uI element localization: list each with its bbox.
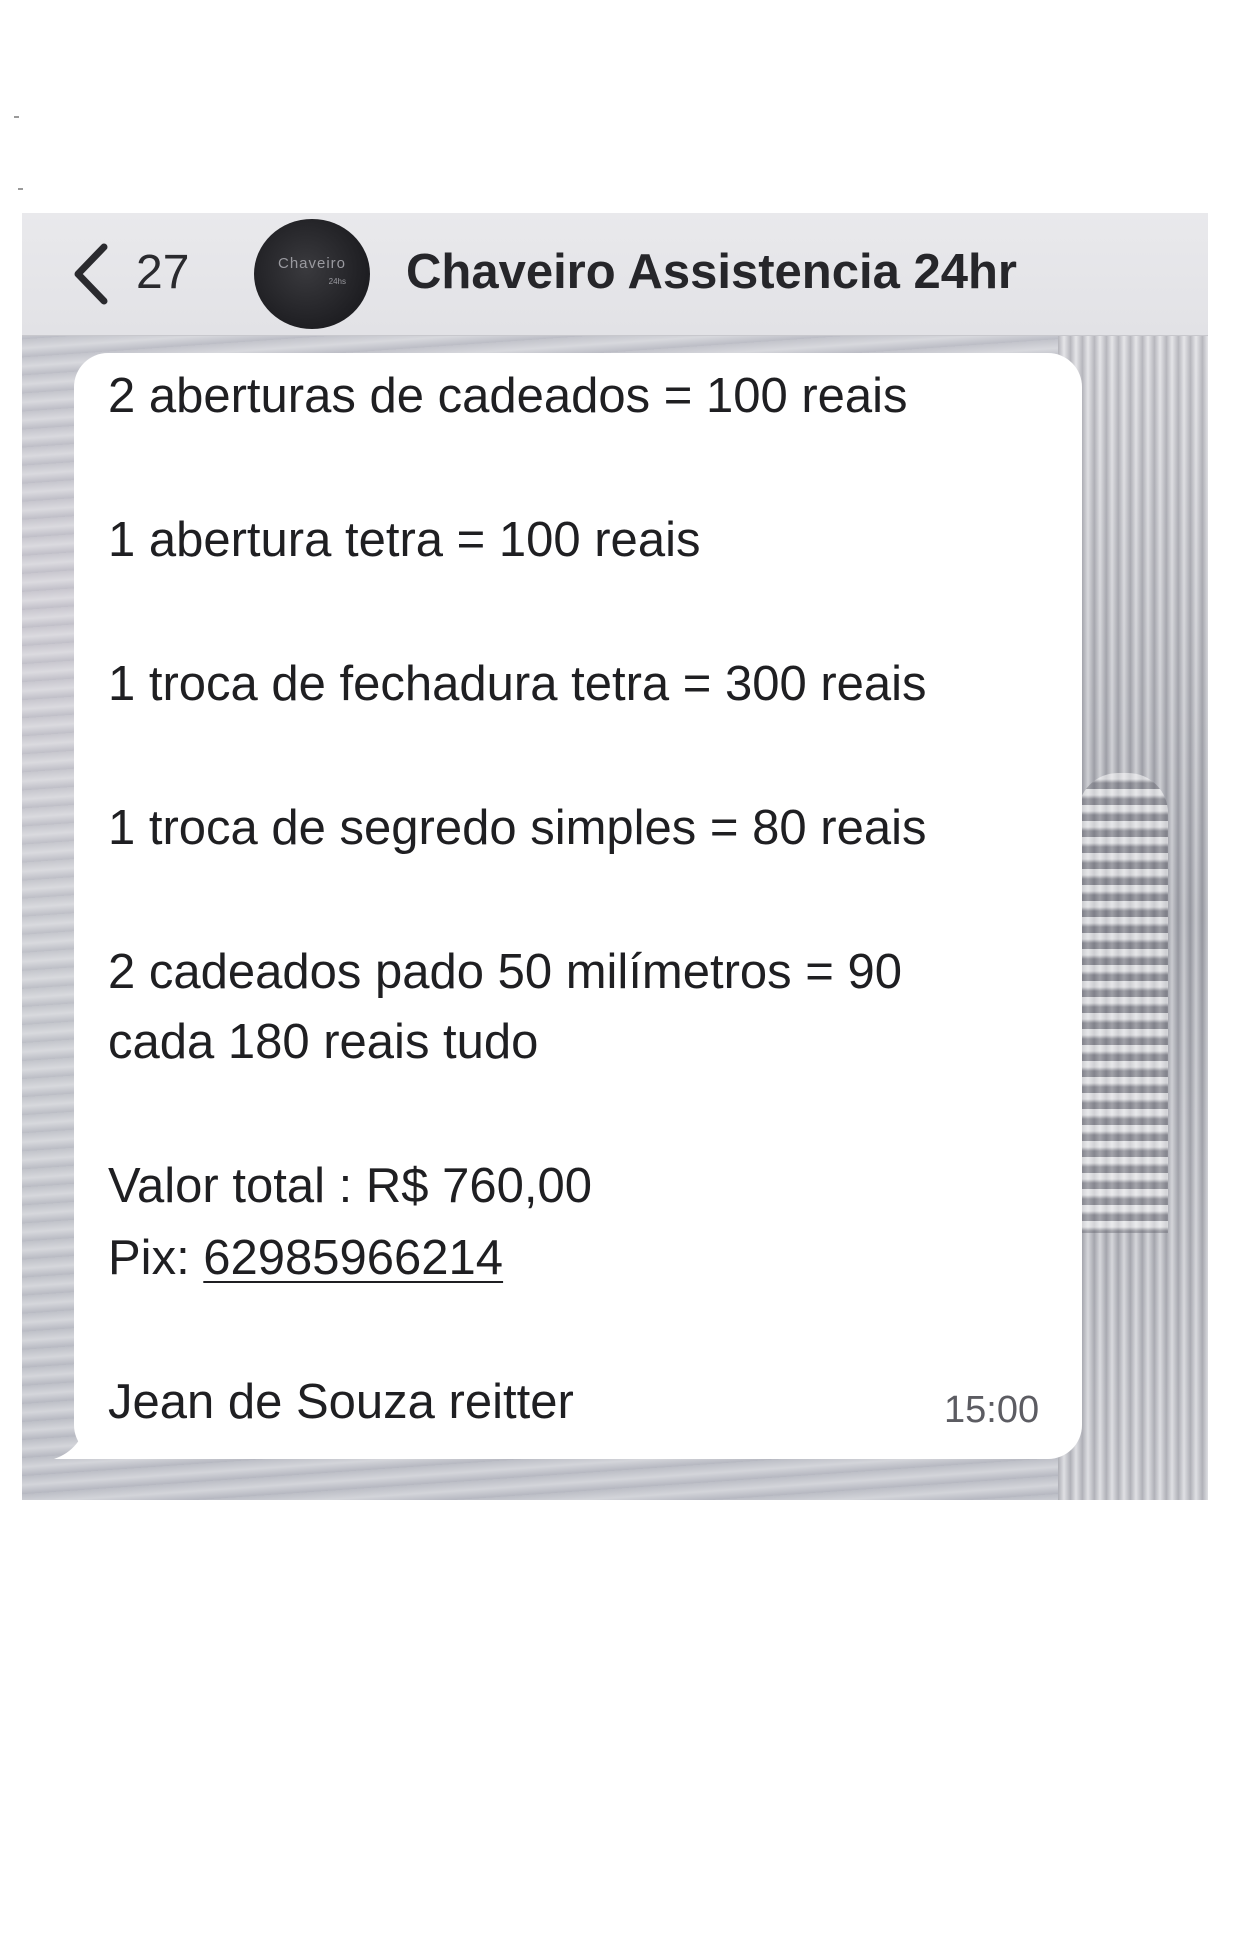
message-line: 1 troca de segredo simples = 80 reais <box>108 801 927 855</box>
avatar[interactable]: Chaveiro 24hs <box>254 219 370 329</box>
total-value: Valor total : R$ 760,00 <box>108 1159 592 1213</box>
contact-name[interactable]: Chaveiro Assistencia 24hr <box>406 241 1017 303</box>
avatar-logo-subtext: 24hs <box>328 277 346 286</box>
scan-mark <box>18 188 23 190</box>
back-unread-count[interactable]: 27 <box>136 243 189 303</box>
avatar-logo-text: Chaveiro <box>277 255 347 272</box>
wallpaper-tower <box>1078 773 1168 1233</box>
chat-header: 27 Chaveiro 24hs Chaveiro Assistencia 24… <box>22 213 1208 336</box>
message-timestamp: 15:00 <box>944 1389 1040 1431</box>
message-line: cada 180 reais tudo <box>108 1015 539 1069</box>
message-line: 2 aberturas de cadeados = 100 reais <box>108 369 908 423</box>
chat-screenshot: 27 Chaveiro 24hs Chaveiro Assistencia 24… <box>22 213 1208 1500</box>
signature: Jean de Souza reitter <box>108 1375 574 1429</box>
pix-label: Pix: <box>108 1231 204 1285</box>
message-line: 1 troca de fechadura tetra = 300 reais <box>108 657 927 711</box>
pix-line: Pix: 62985966214 <box>108 1225 503 1291</box>
chevron-left-icon[interactable] <box>66 239 116 309</box>
pix-number-link[interactable]: 62985966214 <box>203 1231 503 1285</box>
message-line: 1 abertura tetra = 100 reais <box>108 513 701 567</box>
message-line: 2 cadeados pado 50 milímetros = 90 <box>108 945 903 999</box>
scan-mark <box>14 116 19 118</box>
